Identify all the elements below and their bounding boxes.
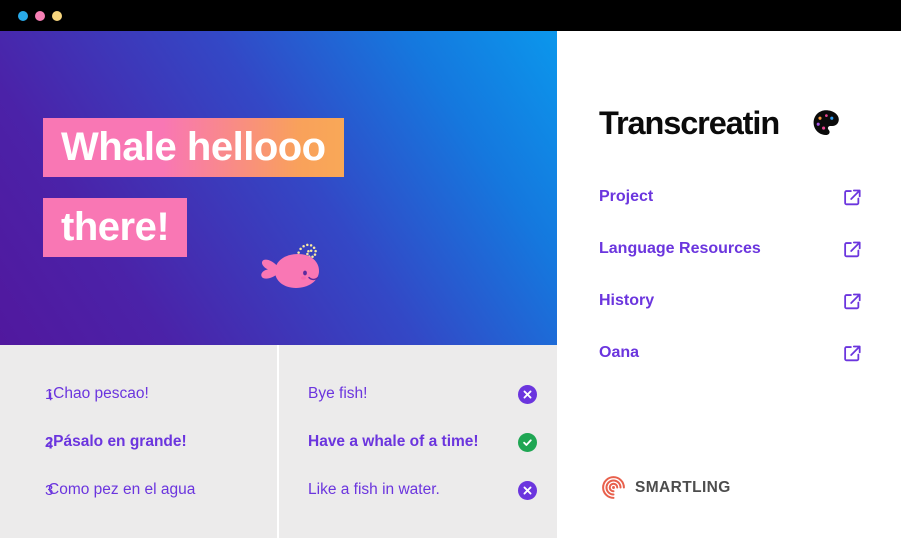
- translation-table: 1 ¡Chao pescao! Bye fish! 2 ¡Pásalo en g…: [0, 345, 557, 538]
- smartling-logo: SMARTLING: [601, 475, 731, 500]
- table-row[interactable]: 3 Como pez en el agua Like a fish in wat…: [0, 466, 557, 514]
- sidebar-item-history[interactable]: History: [599, 275, 861, 327]
- source-text-cell[interactable]: ¡Chao pescao!: [48, 385, 282, 403]
- sidebar-item-label: History: [599, 292, 655, 309]
- sidebar-item-label: Oana: [599, 344, 640, 361]
- window-dot-blue[interactable]: [18, 11, 28, 21]
- circle-check-icon[interactable]: [517, 432, 537, 452]
- external-link-icon[interactable]: [844, 345, 861, 362]
- circle-x-icon[interactable]: [517, 384, 537, 404]
- hero-headline-line-1: Whale hellooo: [43, 118, 344, 177]
- window-dot-yellow[interactable]: [52, 11, 62, 21]
- external-link-icon[interactable]: [844, 189, 861, 206]
- target-text-cell[interactable]: Have a whale of a time!: [282, 433, 497, 451]
- window-dot-pink[interactable]: [35, 11, 45, 21]
- sidebar-item-language-resources[interactable]: Language Resources: [599, 223, 861, 275]
- side-panel: Transcreatin Project Language Resources: [557, 31, 901, 538]
- row-status[interactable]: [497, 480, 557, 500]
- table-row[interactable]: 1 ¡Chao pescao! Bye fish!: [0, 370, 557, 418]
- sidebar-item-label: Project: [599, 188, 654, 205]
- smartling-logo-text: SMARTLING: [635, 478, 731, 496]
- external-link-icon[interactable]: [844, 241, 861, 258]
- table-row[interactable]: 2 ¡Pásalo en grande! Have a whale of a t…: [0, 418, 557, 466]
- row-number: 2: [45, 433, 54, 451]
- sidebar-item-project[interactable]: Project: [599, 171, 861, 223]
- row-status[interactable]: [497, 432, 557, 452]
- sidebar-item-oana[interactable]: Oana: [599, 327, 861, 379]
- target-text-cell[interactable]: Like a fish in water.: [282, 481, 497, 499]
- circle-x-icon[interactable]: [517, 480, 537, 500]
- external-link-icon[interactable]: [844, 293, 861, 310]
- page-title-text-after: n: [760, 105, 780, 141]
- window-controls: [18, 11, 62, 21]
- side-menu: Project Language Resources History Oana: [599, 171, 861, 379]
- target-text-cell[interactable]: Bye fish!: [282, 385, 497, 403]
- source-text-cell[interactable]: Como pez en el agua: [48, 481, 282, 499]
- page-title: Transcreatin: [599, 105, 780, 142]
- row-status[interactable]: [497, 384, 557, 404]
- whale-illustration-icon: [261, 243, 319, 288]
- hero-headline-line-2: there!: [43, 198, 188, 257]
- smartling-spiral-icon: [602, 476, 625, 499]
- row-number: 3: [45, 481, 54, 499]
- row-number: 1: [45, 385, 54, 403]
- paint-palette-icon: [813, 110, 839, 135]
- hero-banner: Whale hellooo there!: [0, 31, 557, 345]
- page-title-text-before: Transcreati: [599, 105, 761, 141]
- source-text-cell[interactable]: ¡Pásalo en grande!: [48, 433, 282, 451]
- window-titlebar: [0, 0, 901, 31]
- sidebar-item-label: Language Resources: [599, 240, 761, 257]
